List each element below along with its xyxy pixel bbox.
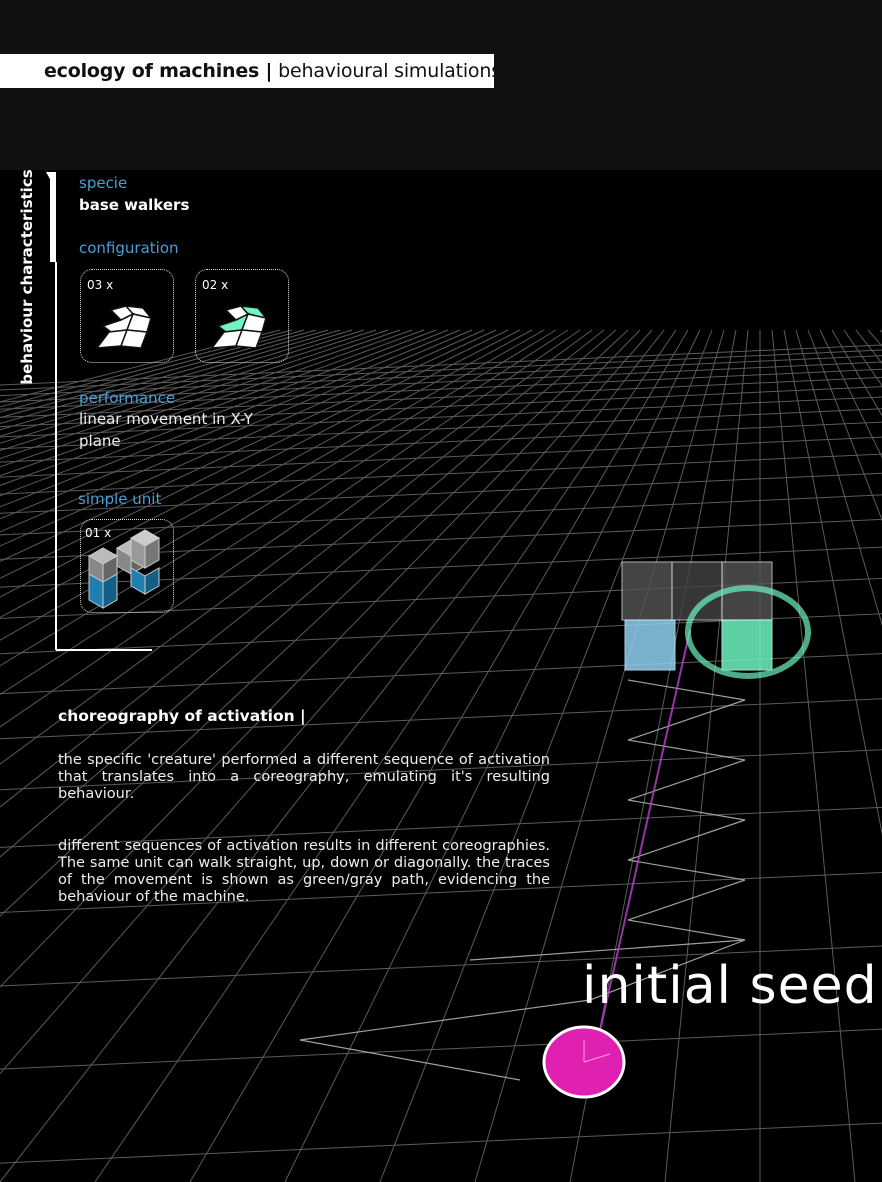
- simple-unit-card: 01 x: [80, 519, 174, 613]
- hex-module-icon: [95, 305, 153, 349]
- configuration-label: configuration: [79, 239, 179, 257]
- performance-line-2: plane: [79, 432, 121, 450]
- title-strip: ecology of machines | behavioural simula…: [0, 54, 501, 88]
- choreography-paragraph-2: different sequences of activation result…: [58, 838, 550, 905]
- choreography-paragraph-1: the specific 'creature' performed a diff…: [58, 752, 550, 802]
- specie-label: specie: [79, 174, 128, 192]
- title-subtitle: behavioural simulations: [272, 60, 501, 82]
- performance-label: performance: [79, 389, 176, 407]
- choreography-heading: choreography of activation |: [58, 707, 306, 725]
- simple-unit-icon: [87, 529, 161, 609]
- config-card-green: 02 x: [195, 269, 289, 363]
- simple-unit-label: simple unit: [78, 490, 162, 508]
- sidebar-vertical-label: behaviour characteristics: [14, 169, 40, 385]
- config-card-white: 03 x: [80, 269, 174, 363]
- hex-module-green-icon: [210, 305, 268, 349]
- sidebar-label-text: behaviour characteristics: [18, 169, 36, 385]
- performance-line-1: linear movement in X-Y: [79, 410, 253, 428]
- initial-seed-label: initial seed: [582, 956, 878, 1016]
- initial-seed-icon: [542, 1025, 626, 1099]
- walker-unit: [621, 561, 811, 679]
- title-bold: ecology of machines |: [44, 60, 273, 82]
- page-title: ecology of machines | behavioural simula…: [44, 54, 501, 88]
- specie-value: base walkers: [79, 196, 190, 214]
